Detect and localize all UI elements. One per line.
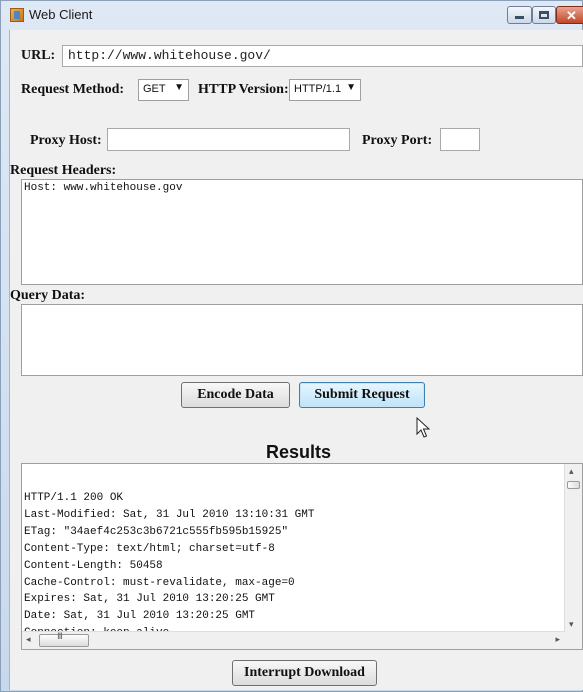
client-area: URL: http://www.whitehouse.gov/ Request … (9, 30, 583, 690)
results-textarea[interactable]: HTTP/1.1 200 OK Last-Modified: Sat, 31 Ju… (21, 463, 583, 650)
mouse-pointer-icon (416, 417, 430, 438)
horizontal-scroll-thumb[interactable]: III (39, 632, 89, 647)
scroll-left-icon[interactable]: ◂ (26, 635, 31, 645)
results-line: Last-Modified: Sat, 31 Jul 2010 13:10:31… (24, 508, 315, 521)
results-line: Content-Length: 50458 (24, 559, 163, 572)
request-headers-label: Request Headers: (10, 163, 117, 178)
url-input[interactable]: http://www.whitehouse.gov/ (62, 45, 583, 67)
proxy-host-input[interactable] (107, 128, 350, 151)
results-text: HTTP/1.1 200 OK Last-Modified: Sat, 31 Ju… (22, 488, 582, 649)
vertical-scroll-thumb[interactable] (567, 481, 580, 489)
proxy-port-label: Proxy Port: (362, 133, 433, 148)
minimize-icon (515, 16, 524, 19)
results-horizontal-scrollbar[interactable]: ◂ III ▸ (22, 631, 565, 649)
minimize-button[interactable] (507, 6, 532, 24)
http-version-select[interactable]: HTTP/1.1 ▼ (289, 79, 361, 101)
results-line: Date: Sat, 31 Jul 2010 13:20:25 GMT (24, 610, 256, 623)
query-data-label: Query Data: (10, 288, 86, 303)
scroll-down-icon[interactable]: ▾ (569, 620, 574, 630)
results-line: Cache-Control: must-revalidate, max-age=… (24, 576, 295, 589)
close-icon: ✕ (566, 8, 577, 23)
request-method-label: Request Method: (21, 82, 125, 97)
close-button[interactable]: ✕ (556, 6, 583, 24)
encode-data-button[interactable]: Encode Data (181, 382, 290, 408)
url-label: URL: (21, 48, 56, 63)
scroll-up-icon[interactable]: ▴ (569, 467, 574, 477)
grip-icon: III (57, 632, 63, 642)
results-title: Results (266, 442, 332, 462)
java-app-icon (10, 8, 24, 22)
http-version-value: HTTP/1.1 (294, 83, 342, 95)
results-line: HTTP/1.1 200 OK (24, 492, 124, 504)
results-line: Expires: Sat, 31 Jul 2010 13:20:25 GMT (24, 593, 275, 606)
scrollbar-corner (565, 632, 582, 649)
results-line: ETag: "34aef4c253c3b6721c555fb595b15925" (24, 525, 289, 538)
http-version-label: HTTP Version: (198, 82, 289, 97)
maximize-button[interactable] (532, 6, 556, 24)
results-line: Content-Type: text/html; charset=utf-8 (24, 542, 275, 555)
request-method-select[interactable]: GET ▼ (138, 79, 189, 101)
request-method-value: GET (143, 83, 166, 95)
title-bar[interactable]: Web Client ✕ (1, 1, 583, 29)
results-vertical-scrollbar[interactable]: ▴ ▾ (564, 464, 582, 632)
interrupt-download-button[interactable]: Interrupt Download (232, 660, 377, 686)
maximize-icon (539, 11, 549, 19)
chevron-down-icon: ▼ (174, 82, 184, 93)
web-client-window: Web Client ✕ URL: http://www.whitehouse.… (0, 0, 583, 692)
request-headers-textarea[interactable]: Host: www.whitehouse.gov (21, 179, 583, 285)
chevron-down-icon: ▼ (346, 82, 356, 93)
submit-request-button[interactable]: Submit Request (299, 382, 425, 408)
proxy-port-input[interactable] (440, 128, 480, 151)
proxy-host-label: Proxy Host: (30, 133, 102, 148)
query-data-textarea[interactable] (21, 304, 583, 376)
window-title: Web Client (29, 7, 93, 22)
scroll-right-icon[interactable]: ▸ (555, 635, 560, 645)
